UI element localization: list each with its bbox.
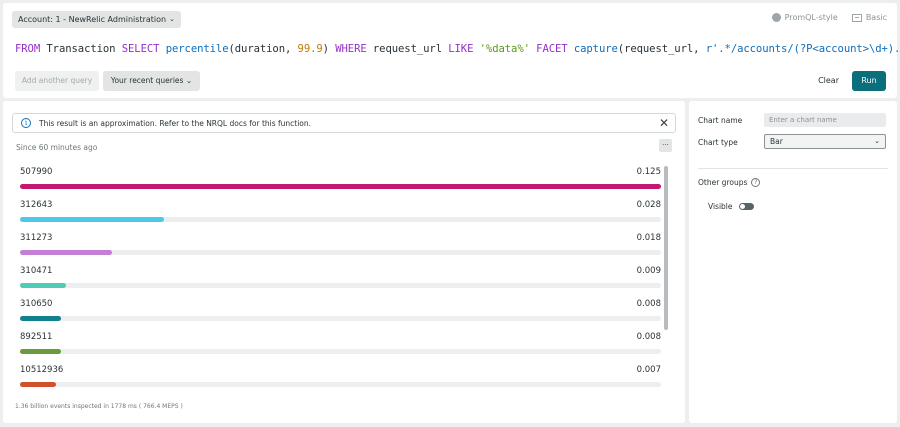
nrql-token: request_url [366, 43, 449, 55]
bar-fill [20, 382, 56, 387]
info-icon: i [21, 118, 31, 128]
bar-fill [20, 217, 164, 222]
chevron-down-icon: ⌄ [169, 15, 175, 23]
bar-row[interactable]: 311273 0.018 [20, 233, 661, 266]
bar-value: 0.125 [636, 167, 661, 177]
chart-type-label: Chart type [698, 138, 738, 147]
bar-track [20, 250, 661, 255]
promql-mode-label: PromQL-style [784, 13, 838, 22]
divider [698, 168, 888, 169]
events-inspected-footer: 1.36 billion events inspected in 1778 ms… [15, 403, 183, 410]
nrql-token: FROM [15, 43, 41, 55]
query-mode-toggle: PromQL-style Basic [771, 13, 887, 22]
chevron-down-icon: ⌄ [874, 137, 880, 145]
bar-track [20, 316, 661, 321]
close-icon[interactable]: ✕ [659, 117, 669, 129]
chevron-down-icon: ⌄ [185, 76, 193, 85]
nrql-token: SELECT [121, 43, 160, 55]
bar-row[interactable]: 892511 0.008 [20, 332, 661, 365]
bar-facet-label: 892511 [20, 332, 53, 342]
help-icon[interactable]: ? [751, 178, 761, 187]
approximation-notice: i This result is an approximation. Refer… [12, 113, 676, 133]
chart-type-select[interactable]: Bar ⌄ [764, 134, 886, 149]
nrql-token: (request_url, [617, 43, 706, 55]
nrql-token: percentile [165, 43, 229, 55]
other-groups-label: Other groups [698, 178, 748, 187]
bar-track [20, 382, 661, 387]
run-button[interactable]: Run [852, 71, 886, 91]
recent-queries-button[interactable]: Your recent queries ⌄ [103, 71, 200, 91]
bar-value: 0.018 [636, 233, 661, 243]
bar-track [20, 217, 661, 222]
add-another-query-button[interactable]: Add another query [15, 71, 99, 91]
bar-value: 0.008 [636, 332, 661, 342]
chart-name-label: Chart name [698, 116, 743, 125]
query-panel: Account: 1 - NewRelic Administration ⌄ P… [3, 3, 900, 98]
notice-text: This result is an approximation. Refer t… [39, 118, 312, 128]
bar-value: 0.028 [636, 200, 661, 210]
bar-row[interactable]: 310650 0.008 [20, 299, 661, 332]
bar-facet-label: 10512936 [20, 365, 64, 375]
bar-facet-label: 310471 [20, 266, 53, 276]
bar-row[interactable]: 310471 0.009 [20, 266, 661, 299]
other-groups-heading: Other groups ? [698, 178, 761, 187]
bar-fill [20, 349, 62, 354]
basic-mode-button[interactable]: Basic [851, 13, 887, 22]
bar-facet-label: 312643 [20, 200, 53, 210]
bar-facet-label: 311273 [20, 233, 53, 243]
nrql-token: Transaction [40, 43, 122, 55]
bar-fill [20, 283, 67, 288]
nrql-token: FACET [536, 43, 568, 55]
visible-label: Visible [708, 202, 733, 211]
nrql-token: '%data%' [479, 43, 530, 55]
nrql-token: capture [573, 43, 618, 55]
bar-track [20, 184, 661, 189]
visible-toggle-row: Visible [708, 202, 754, 211]
bar-row[interactable]: 312643 0.028 [20, 200, 661, 233]
nrql-token: r'.*/accounts/(?P<account>\d+).*' [705, 43, 900, 55]
chart-config-panel: Chart name Chart type Bar ⌄ Other groups… [689, 101, 897, 423]
nrql-query-editor[interactable]: FROM Transaction SELECT percentile(durat… [15, 43, 900, 55]
chart-type-value: Bar [770, 137, 783, 146]
bar-value: 0.007 [636, 365, 661, 375]
nrql-token: (duration, [228, 43, 298, 55]
chart-name-input[interactable] [764, 113, 886, 127]
bar-list: 507990 0.125 312643 0.028 311273 0.018 310471 0… [20, 167, 661, 398]
bar-row[interactable]: 10512936 0.007 [20, 365, 661, 398]
promql-icon [771, 13, 781, 22]
basic-mode-icon [851, 13, 862, 22]
bar-row[interactable]: 507990 0.125 [20, 167, 661, 200]
results-panel: i This result is an approximation. Refer… [3, 101, 685, 423]
bar-fill [20, 250, 113, 255]
nrql-token: WHERE [335, 43, 367, 55]
bar-track [20, 283, 661, 288]
bar-value: 0.008 [636, 299, 661, 309]
recent-queries-label: Your recent queries [110, 76, 184, 85]
basic-mode-label: Basic [865, 13, 887, 22]
scrollbar[interactable] [664, 166, 668, 330]
clear-button[interactable]: Clear [818, 76, 839, 85]
nrql-token: LIKE [448, 43, 474, 55]
account-selector[interactable]: Account: 1 - NewRelic Administration ⌄ [12, 11, 181, 28]
visible-toggle[interactable] [738, 203, 754, 210]
bar-fill [20, 316, 62, 321]
promql-mode-button[interactable]: PromQL-style [771, 13, 838, 22]
bar-track [20, 349, 661, 354]
nrql-token: ) [322, 43, 336, 55]
bar-facet-label: 310650 [20, 299, 53, 309]
more-options-button[interactable]: ... [659, 139, 672, 152]
time-range-label: Since 60 minutes ago [16, 143, 98, 152]
nrql-token: 99.9 [297, 43, 323, 55]
bar-fill [20, 184, 661, 189]
bar-value: 0.009 [636, 266, 661, 276]
account-label: Account: 1 - NewRelic Administration [18, 15, 167, 24]
bar-facet-label: 507990 [20, 167, 53, 177]
